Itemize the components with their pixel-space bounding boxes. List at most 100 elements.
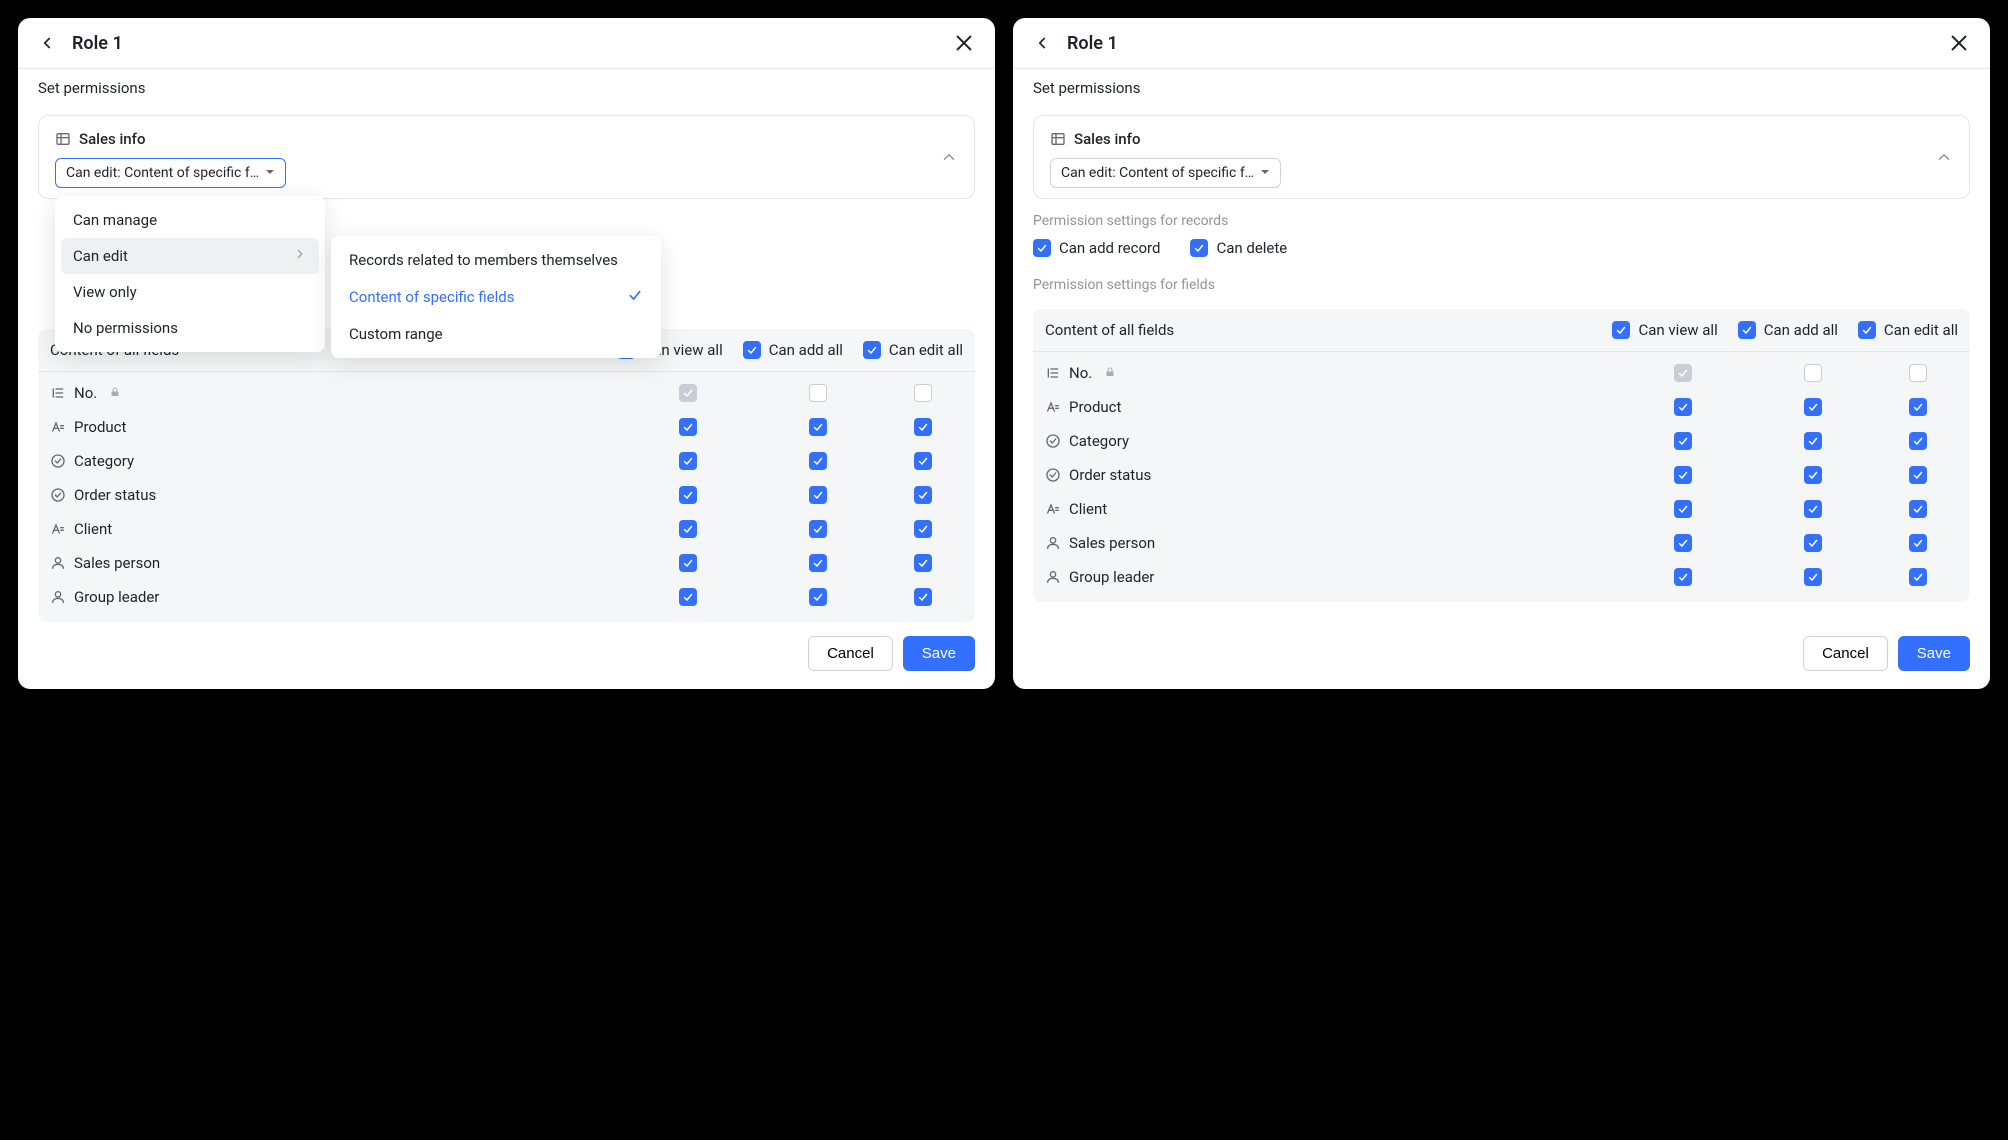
permission-dropdown[interactable]: Can edit: Content of specific f… [55,158,286,188]
checkbox[interactable] [914,452,932,470]
footer: Cancel Save [18,622,995,689]
cancel-button[interactable]: Cancel [808,636,893,671]
checkbox-empty[interactable] [1909,364,1927,382]
header-edit-all[interactable]: Can edit all [1858,321,1958,339]
table-icon [55,131,71,147]
menu-can-edit[interactable]: Can edit [61,238,319,274]
checkbox[interactable] [914,520,932,538]
caret-down-icon [1260,165,1270,181]
checkbox[interactable] [1804,466,1822,484]
checkbox[interactable] [1674,500,1692,518]
checkbox[interactable] [1804,432,1822,450]
checkbox-empty[interactable] [914,384,932,402]
text-icon [1045,501,1061,517]
checkbox-edit-all[interactable] [1858,321,1876,339]
checkbox[interactable] [1674,568,1692,586]
checkbox[interactable] [1674,534,1692,552]
submenu-content-fields[interactable]: Content of specific fields [337,278,655,316]
checkbox[interactable] [1909,398,1927,416]
menu-can-manage[interactable]: Can manage [61,202,319,238]
text-icon [50,419,66,435]
checkbox[interactable] [809,588,827,606]
field-row: Sales person [1033,526,1970,560]
table-icon [1050,131,1066,147]
checkbox[interactable] [914,554,932,572]
menu-no-permissions[interactable]: No permissions [61,310,319,346]
fields-section-label: Permission settings for fields [1013,263,1990,303]
field-name: Product [1045,398,1618,416]
checkbox[interactable] [679,554,697,572]
field-name: Order status [1045,466,1618,484]
checkbox[interactable] [1909,466,1927,484]
header-add-all[interactable]: Can add all [743,341,843,359]
checkbox[interactable] [1674,432,1692,450]
dropdown-value: Can edit: Content of specific f… [1061,165,1254,181]
person-icon [50,555,66,571]
checkbox-add-all[interactable] [1738,321,1756,339]
header-edit-all[interactable]: Can edit all [863,341,963,359]
checkbox[interactable] [809,418,827,436]
checkbox[interactable] [1909,534,1927,552]
permission-dropdown-menu: Can manage Can edit View only No permiss… [55,196,325,352]
field-row: Order status [1033,458,1970,492]
fields-table: Content of all fields Can view all Can a… [38,329,975,622]
checkbox[interactable] [1804,500,1822,518]
checkbox-view-all[interactable] [1612,321,1630,339]
checkbox[interactable] [1909,432,1927,450]
checkbox[interactable] [914,418,932,436]
header-view-all[interactable]: Can view all [1612,321,1717,339]
checkbox[interactable] [679,486,697,504]
menu-view-only[interactable]: View only [61,274,319,310]
records-row: Can add record Can delete [1013,239,1990,263]
checkbox[interactable] [679,452,697,470]
checkbox-add-all[interactable] [743,341,761,359]
can-delete[interactable]: Can delete [1190,239,1287,257]
field-name: No. [1045,364,1618,382]
close-icon[interactable] [953,32,975,54]
checkbox-empty[interactable] [809,384,827,402]
checkbox[interactable] [1909,500,1927,518]
header-all-fields: Content of all fields [1045,321,1592,339]
checkbox[interactable] [914,486,932,504]
field-name: Client [50,520,623,538]
field-name: Client [1045,500,1618,518]
field-name: Sales person [50,554,623,572]
close-icon[interactable] [1948,32,1970,54]
checkbox-edit-all[interactable] [863,341,881,359]
checkbox[interactable] [809,554,827,572]
dropdown-value: Can edit: Content of specific f… [66,165,259,181]
collapse-icon[interactable] [1935,148,1953,170]
can-add-record[interactable]: Can add record [1033,239,1160,257]
back-icon[interactable] [1033,34,1051,52]
cancel-button[interactable]: Cancel [1803,636,1888,671]
checkbox[interactable] [1804,534,1822,552]
checkbox[interactable] [1804,398,1822,416]
checkbox-delete[interactable] [1190,239,1208,257]
checkbox[interactable] [1804,568,1822,586]
field-row: Product [1033,390,1970,424]
person-icon [50,589,66,605]
checkbox[interactable] [1909,568,1927,586]
header-add-all[interactable]: Can add all [1738,321,1838,339]
back-icon[interactable] [38,34,56,52]
checkbox[interactable] [679,418,697,436]
checkbox[interactable] [809,486,827,504]
checkbox[interactable] [809,520,827,538]
submenu-custom-range[interactable]: Custom range [337,316,655,352]
modal-header: Role 1 [1013,18,1990,68]
checkbox[interactable] [1674,398,1692,416]
fields-body-left: No.ProductCategoryOrder statusClientSale… [38,372,975,622]
checkbox[interactable] [679,588,697,606]
permission-dropdown[interactable]: Can edit: Content of specific f… [1050,158,1281,188]
checkbox[interactable] [1674,466,1692,484]
submenu-records-self[interactable]: Records related to members themselves [337,242,655,278]
save-button[interactable]: Save [903,636,975,671]
checkbox-empty[interactable] [1804,364,1822,382]
checkbox[interactable] [679,520,697,538]
modal-header: Role 1 [18,18,995,68]
checkbox[interactable] [914,588,932,606]
checkbox-add-record[interactable] [1033,239,1051,257]
checkbox[interactable] [809,452,827,470]
edit-submenu: Records related to members themselves Co… [331,236,661,358]
save-button[interactable]: Save [1898,636,1970,671]
